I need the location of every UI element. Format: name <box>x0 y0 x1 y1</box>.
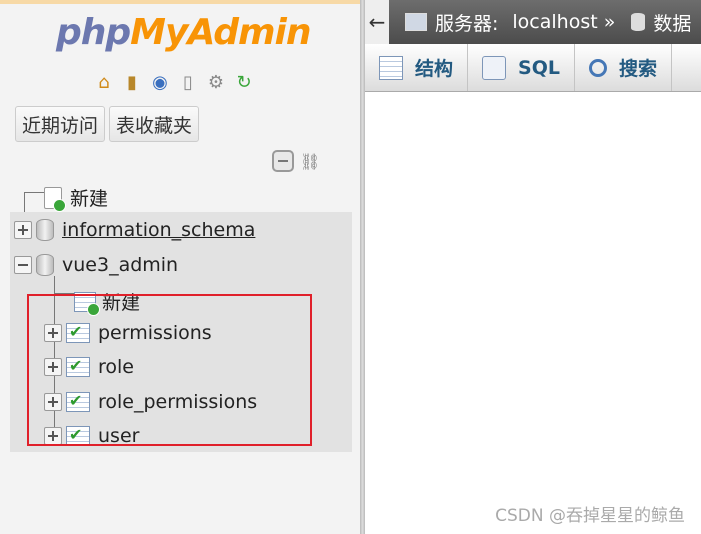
link-icon[interactable]: ⛓ <box>300 152 320 171</box>
help-icon[interactable]: ◉ <box>148 70 172 94</box>
docs-icon[interactable]: ▯ <box>176 70 200 94</box>
database-icon <box>631 13 646 31</box>
sql-icon <box>482 55 507 80</box>
home-icon[interactable]: ⌂ <box>92 70 116 94</box>
server-value[interactable]: localhost <box>512 11 597 33</box>
back-arrow-icon[interactable]: ← <box>365 0 389 44</box>
structure-icon <box>379 55 403 80</box>
highlight-annotation <box>27 294 312 446</box>
server-icon <box>405 13 427 31</box>
collapse-all-icon[interactable] <box>272 150 294 172</box>
breadcrumb: ← 服务器: localhost » 数据 <box>365 0 701 44</box>
search-icon <box>588 58 607 77</box>
reload-icon[interactable]: ↻ <box>232 70 256 94</box>
phpmyadmin-logo[interactable]: phpMyAdmin <box>56 12 311 53</box>
tab-search[interactable]: 搜索 <box>575 44 672 91</box>
collapse-icon[interactable] <box>14 256 32 274</box>
expand-icon[interactable] <box>14 221 32 239</box>
navigation-panel: phpMyAdmin ⌂ ▮ ◉ ▯ ⚙ ↻ 近期访问 表收藏夹 ⛓ 新建 in… <box>0 0 360 534</box>
tree-db-vue3-admin[interactable]: vue3_admin <box>14 254 178 276</box>
recent-button[interactable]: 近期访问 <box>15 106 106 142</box>
tree-new-database[interactable]: 新建 <box>44 184 108 212</box>
database-icon <box>36 219 54 241</box>
tree-db-information-schema[interactable]: information_schema <box>14 219 255 241</box>
settings-icon[interactable]: ⚙ <box>204 70 228 94</box>
database-icon <box>36 254 54 276</box>
server-label[interactable]: 服务器: <box>435 9 498 36</box>
favorites-button[interactable]: 表收藏夹 <box>109 106 200 142</box>
tab-sql[interactable]: SQL <box>468 44 575 91</box>
breadcrumb-separator: » <box>603 11 616 33</box>
new-icon <box>44 186 66 212</box>
tab-bar: 结构 SQL 搜索 <box>365 44 701 92</box>
database-label[interactable]: 数据 <box>653 9 691 36</box>
exit-icon[interactable]: ▮ <box>120 70 144 94</box>
watermark: CSDN @吞掉星星的鲸鱼 <box>495 506 685 526</box>
tab-structure[interactable]: 结构 <box>365 44 469 91</box>
quick-icons: ⌂ ▮ ◉ ▯ ⚙ ↻ <box>92 70 256 94</box>
